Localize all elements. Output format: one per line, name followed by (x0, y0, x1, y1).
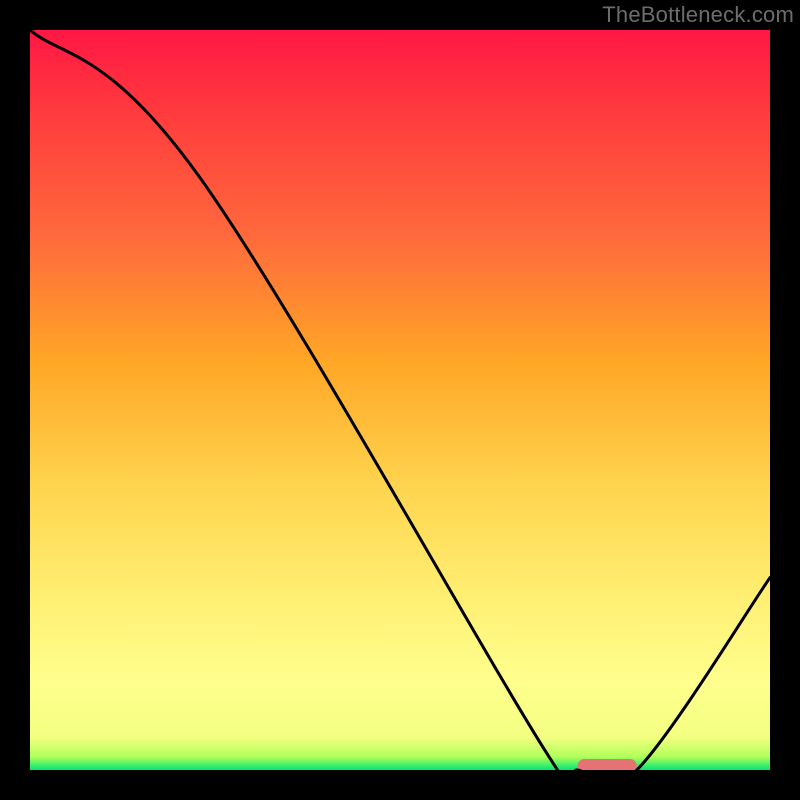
optimal-marker (578, 759, 637, 770)
chart-container: TheBottleneck.com (0, 0, 800, 800)
chart-svg (30, 30, 770, 770)
plot-area (30, 30, 770, 770)
watermark-text: TheBottleneck.com (602, 2, 794, 28)
gradient-background (30, 30, 770, 770)
